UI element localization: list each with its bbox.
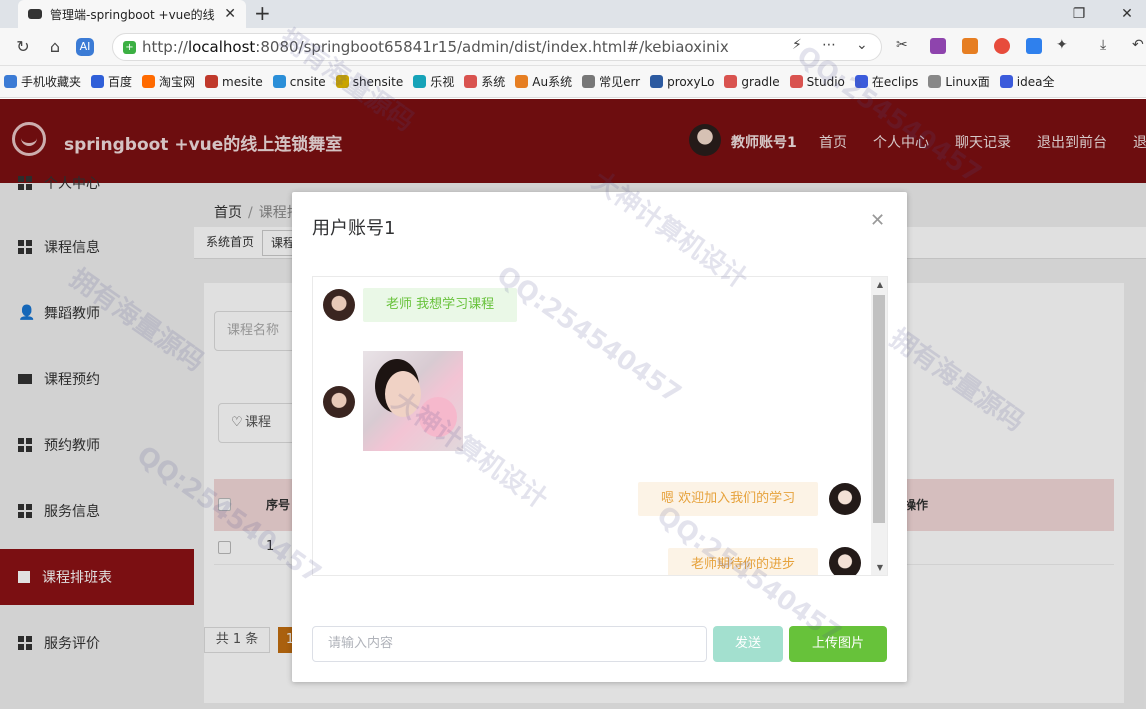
browser-tab[interactable]: 管理端-springboot +vue的线 ✕ [18,0,246,28]
site-security-icon[interactable]: + [123,40,136,54]
bookmark-item[interactable]: 系统 [464,73,505,90]
url-path: :8080/springboot65841r15/admin/dist/inde… [255,38,729,56]
bookmark-icon [205,75,219,88]
bookmark-icon [464,75,478,88]
bookmark-icon [91,75,105,88]
avatar [829,547,861,575]
browser-tabbar: 管理端-springboot +vue的线 ✕ + ❐ ✕ [0,0,1146,28]
bookmark-item[interactable]: Linux面 [928,73,990,90]
game-extension-icon[interactable] [962,38,978,54]
chat-messages[interactable]: 老师 我想学习课程 嗯 欢迎加入我们的学习 老师期待你的进步 ▲ ▼ [312,276,888,576]
bookmark-item[interactable]: 常见err [582,73,640,90]
bookmark-item[interactable]: 淘宝网 [142,73,195,90]
window-close-icon[interactable]: ✕ [1112,0,1142,28]
bookmark-item[interactable]: cnsite [272,75,326,89]
bookmark-item[interactable]: shensite [335,75,403,89]
home-icon[interactable]: ⌂ [44,36,66,58]
bookmark-icon [142,75,156,88]
chat-message: 老师期待你的进步 [668,548,819,575]
chat-dialog: 用户账号1 ✕ 老师 我想学习课程 嗯 欢迎加入我们的学习 老师期待你的进步 ▲… [292,192,907,682]
browser-toolbar: ↻ ⌂ AI + http://localhost:8080/springboo… [0,28,1146,66]
reload-icon[interactable]: ↻ [12,36,34,58]
bookmark-item[interactable]: mesite [205,75,263,89]
extensions-puzzle-icon[interactable]: ✦ [1056,37,1068,53]
scrollbar-thumb[interactable] [873,295,885,523]
download-icon[interactable]: ⤓ [1100,37,1106,53]
bookmark-icon [582,75,596,88]
bookmark-icon [335,75,349,88]
bookmark-icon [854,75,868,88]
translate-extension-icon[interactable] [930,38,946,54]
bookmark-icon [413,75,427,88]
back-history-icon[interactable]: ↶ [1132,37,1144,53]
tab-favicon-icon [28,9,42,19]
weibo-extension-icon[interactable] [994,38,1010,54]
bookmark-item[interactable]: Au系统 [515,73,572,90]
new-tab-button[interactable]: + [254,1,271,25]
lightning-icon[interactable]: ⚡ [792,37,802,53]
bookmark-icon [650,75,664,88]
bookmark-icon [4,75,17,88]
window-restore-icon[interactable]: ❐ [1064,0,1094,28]
chat-message: 老师 我想学习课程 [363,288,518,322]
bookmark-item[interactable]: proxyLo [650,75,714,89]
bookmark-icon [999,75,1013,88]
bookmark-icon [272,75,286,88]
bookmark-icon [789,75,803,88]
bookmarks-bar: 手机收藏夹 百度 淘宝网 mesite cnsite shensite 乐视 系… [0,66,1146,98]
bookmark-icon [724,75,738,88]
mail-extension-icon[interactable] [1026,38,1042,54]
photo-person [385,371,421,417]
avatar [323,289,355,321]
dialog-title: 用户账号1 [312,218,396,239]
scissors-icon[interactable]: ✂ [896,37,908,53]
message-input[interactable]: 请输入内容 [312,626,707,662]
upload-image-button[interactable]: 上传图片 [789,626,887,662]
bookmark-item[interactable]: idea全 [999,73,1054,90]
chat-image[interactable] [363,351,463,451]
bookmark-item[interactable]: 手机收藏夹 [4,73,81,90]
ai-extension-icon[interactable]: AI [76,38,94,56]
scroll-up-arrow-icon[interactable]: ▲ [877,280,883,289]
bookmark-item[interactable]: 乐视 [413,73,454,90]
tab-close-icon[interactable]: ✕ [224,6,236,22]
avatar [829,483,861,515]
bookmark-item[interactable]: 在eclips [854,73,918,90]
send-button[interactable]: 发送 [713,626,783,662]
chat-scrollbar[interactable]: ▲ ▼ [871,277,887,575]
bookmark-item[interactable]: Studio [789,75,845,89]
bookmark-icon [515,75,529,88]
url-bar[interactable]: + http://localhost:8080/springboot65841r… [112,33,882,61]
scroll-down-arrow-icon[interactable]: ▼ [877,563,883,572]
bookmark-item[interactable]: gradle [724,75,780,89]
chat-message: 嗯 欢迎加入我们的学习 [638,482,819,516]
url-host: localhost [187,38,256,56]
more-icon[interactable]: ⋯ [822,37,836,53]
bookmark-icon [928,75,942,88]
bookmark-item[interactable]: 百度 [91,73,132,90]
url-scheme: http:// [142,38,188,56]
photo-cake [419,397,457,437]
tab-title: 管理端-springboot +vue的线 [50,7,215,22]
avatar [323,386,355,418]
close-icon[interactable]: ✕ [870,210,885,231]
chevron-down-icon[interactable]: ⌄ [856,37,868,53]
